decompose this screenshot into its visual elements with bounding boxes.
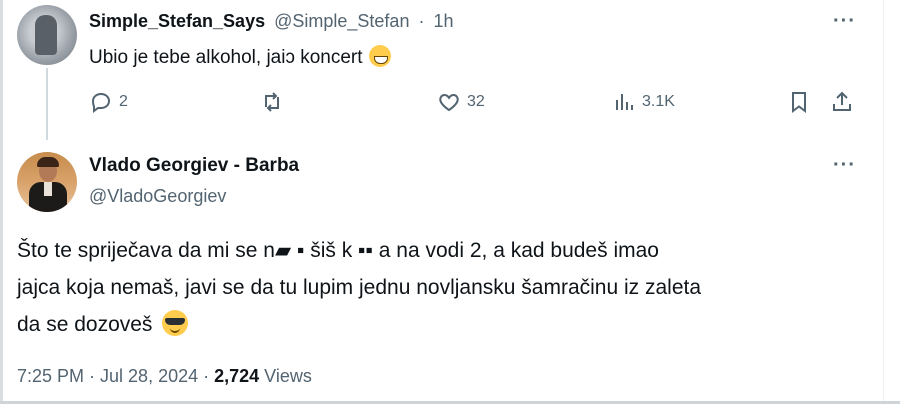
sunglasses-face-icon xyxy=(162,310,189,336)
share-icon xyxy=(833,91,851,111)
bookmark-icon xyxy=(792,92,806,113)
like-count: 32 xyxy=(467,93,485,110)
views-count: 3.1K xyxy=(642,93,675,110)
tweet-text-line-content: da se dozoveš xyxy=(17,313,153,336)
tweet-more-options-button[interactable]: ··· xyxy=(833,154,856,177)
comment-icon xyxy=(91,92,111,113)
tweet-meta: 7:25 PM · Jul 28, 2024 · 2,724 Views xyxy=(17,366,312,387)
retweet-button[interactable] xyxy=(260,90,290,114)
reply-separator: · xyxy=(418,11,425,31)
retweet-icon xyxy=(265,92,279,112)
tweet-text: Što te spriječava da mi se n▰ ▪ šiš k ▪▪… xyxy=(17,232,867,343)
views-bar-chart-icon xyxy=(616,94,633,110)
reply-count: 2 xyxy=(119,93,128,110)
share-button[interactable] xyxy=(830,90,854,114)
reply-button[interactable]: 2 xyxy=(89,90,128,114)
reply-more-options-button[interactable]: ··· xyxy=(833,10,856,33)
tweet-views-count: 2,724 xyxy=(214,366,260,386)
like-button[interactable]: 32 xyxy=(437,90,485,114)
reply-header: Simple_Stefan_Says @Simple_Stefan · 1h xyxy=(89,11,454,32)
tweet-text-line: da se dozoveš xyxy=(17,306,867,343)
reply-action-bar: 2 32 3.1K xyxy=(0,90,884,120)
author-display-name[interactable]: Vlado Georgiev - Barba xyxy=(89,155,299,177)
reply-display-name[interactable]: Simple_Stefan_Says xyxy=(89,11,265,31)
author-avatar[interactable] xyxy=(17,152,77,212)
tweet-text-line: jajca koja nemaš, javi se da tu lupim je… xyxy=(17,276,702,299)
avatar-figure xyxy=(35,15,57,55)
tweet-views-label: Views xyxy=(259,366,312,386)
heart-icon xyxy=(439,93,459,112)
right-frame-edge xyxy=(883,0,900,404)
reply-handle[interactable]: @Simple_Stefan xyxy=(274,11,409,31)
views-button[interactable]: 3.1K xyxy=(612,90,675,114)
tweet-timestamp[interactable]: 7:25 PM · Jul 28, 2024 · xyxy=(17,366,214,386)
avatar[interactable] xyxy=(17,5,77,65)
author-handle[interactable]: @VladoGeorgiev xyxy=(89,186,226,207)
main-tweet: Vlado Georgiev - Barba @VladoGeorgiev ··… xyxy=(0,140,884,402)
reply-time[interactable]: 1h xyxy=(433,11,453,31)
reply-tweet[interactable]: Simple_Stefan_Says @Simple_Stefan · 1h ·… xyxy=(0,0,884,140)
avatar-hair xyxy=(37,157,59,167)
reply-text: Ubio je tebe alkohol, jaiↄ koncert xyxy=(89,45,391,69)
tweet-text-line: Što te spriječava da mi se n▰ ▪ šiš k ▪▪… xyxy=(17,239,659,262)
avatar-collar xyxy=(44,182,52,196)
grinning-face-icon xyxy=(368,45,391,67)
bookmark-button[interactable] xyxy=(787,90,811,114)
reply-text-content: Ubio je tebe alkohol, jaiↄ koncert xyxy=(89,47,363,68)
